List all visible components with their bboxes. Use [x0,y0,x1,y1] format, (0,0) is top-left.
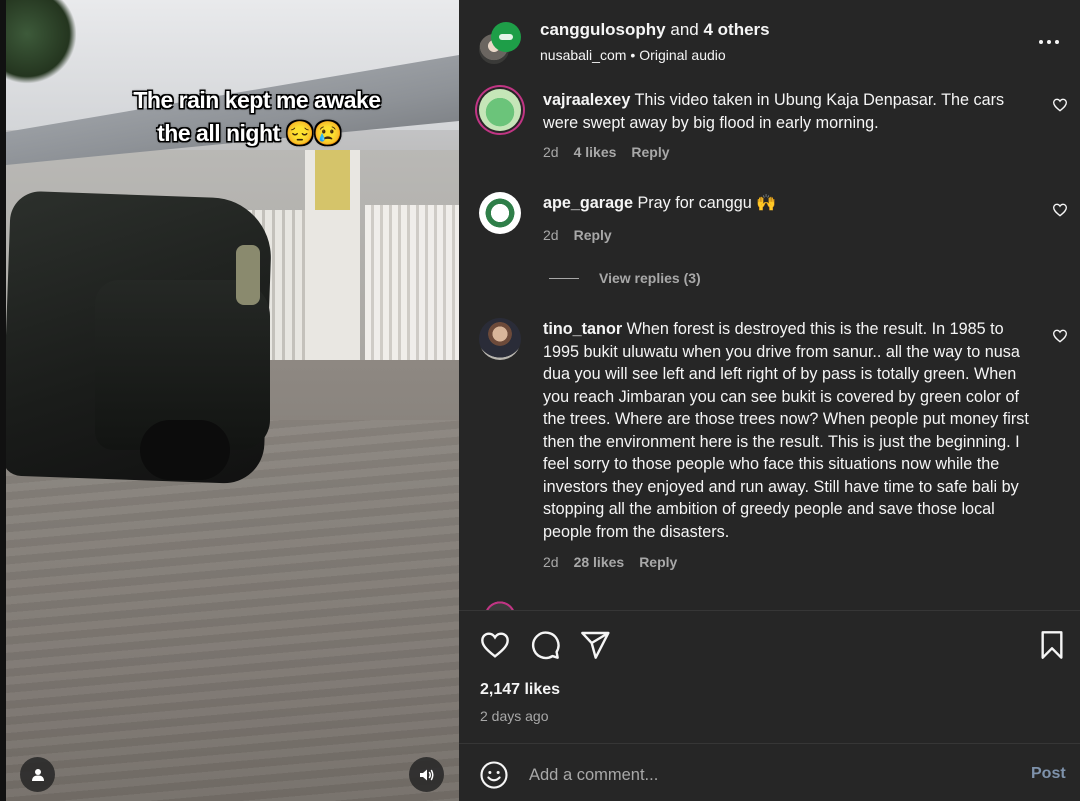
heart-icon[interactable] [479,629,511,661]
comment-time[interactable]: 2d [543,227,559,243]
reply-button[interactable]: Reply [639,554,677,570]
post-comment-button[interactable]: Post [1031,765,1066,783]
comments-list[interactable]: vajraalexey This video taken in Ubung Ka… [459,82,1080,610]
avatar[interactable] [479,192,521,234]
more-options-button[interactable] [1036,32,1062,52]
more-icon [1039,40,1059,44]
comment-time[interactable]: 2d [543,144,559,160]
comment-meta: 2d Reply [543,227,612,243]
heart-icon[interactable] [1052,97,1068,113]
video-caption: The rain kept me awake the all night 😔😢 [0,84,459,150]
comment-likes[interactable]: 28 likes [574,554,625,570]
post-authors: canggulosophy and 4 others [540,20,770,40]
other-authors-link[interactable]: 4 others [703,20,769,39]
comment-username[interactable]: vajraalexey [543,91,630,109]
comment-body: vajraalexey This video taken in Ubung Ka… [543,89,1038,134]
tagged-users-button[interactable] [20,757,55,792]
video-frame-wall-accent [315,150,350,210]
post-header: canggulosophy and 4 others nusabali_com •… [459,0,1080,82]
bookmark-icon[interactable] [1036,629,1068,661]
authors-conjunction: and [670,20,699,39]
video-frame-tree [6,0,76,85]
audio-toggle-button[interactable] [409,757,444,792]
comment-icon[interactable] [529,629,561,661]
avatar[interactable] [479,318,521,360]
comment-username[interactable]: tino_tanor [543,320,622,338]
reply-button[interactable]: Reply [574,227,612,243]
comment-meta: 2d 4 likes Reply [543,144,670,160]
comment-body: ape_garage Pray for canggu 🙌 [543,192,1038,215]
audio-link[interactable]: Original audio [639,47,725,63]
comment-input[interactable] [529,762,989,788]
avatar[interactable] [479,596,521,610]
post-actions: 2,147 likes 2 days ago Post [459,610,1080,801]
comment-time[interactable]: 2d [543,554,559,570]
reply-button[interactable]: Reply [631,144,669,160]
caption-line-2: the all night 😔😢 [157,120,342,146]
view-replies-button[interactable]: View replies (3) [549,270,701,286]
share-icon[interactable] [579,629,611,661]
comment-composer: Post [459,743,1080,801]
collab-avatars[interactable] [477,22,523,68]
comment-likes[interactable]: 4 likes [574,144,617,160]
heart-icon[interactable] [1052,202,1068,218]
replies-divider [549,277,579,279]
emoji-icon[interactable] [479,760,509,790]
avatar [491,22,521,52]
subtitle-separator: • [630,47,636,63]
view-replies-label: View replies (3) [599,270,701,286]
post-subtitle: nusabali_com • Original audio [540,47,726,63]
avatar[interactable] [479,89,521,131]
comment-username[interactable]: ape_garage [543,194,633,212]
comment-body: tino_tanor When forest is destroyed this… [543,318,1038,543]
video-player[interactable]: The rain kept me awake the all night 😔😢 [0,0,459,801]
volume-icon [419,769,433,780]
likes-count[interactable]: 2,147 likes [480,681,560,699]
video-frame-car-light [236,245,260,305]
user-icon [31,768,44,781]
heart-icon[interactable] [1052,328,1068,344]
account-link[interactable]: nusabali_com [540,47,626,63]
video-frame-car-wheel [140,420,230,480]
comment-text: Pray for canggu 🙌 [637,194,777,212]
post-timestamp[interactable]: 2 days ago [480,708,549,724]
caption-line-1: The rain kept me awake [133,87,381,113]
post-panel: canggulosophy and 4 others nusabali_com •… [459,0,1080,801]
author-username[interactable]: canggulosophy [540,20,666,39]
comment-text: When forest is destroyed this is the res… [543,320,1029,541]
comment-meta: 2d 28 likes Reply [543,554,677,570]
